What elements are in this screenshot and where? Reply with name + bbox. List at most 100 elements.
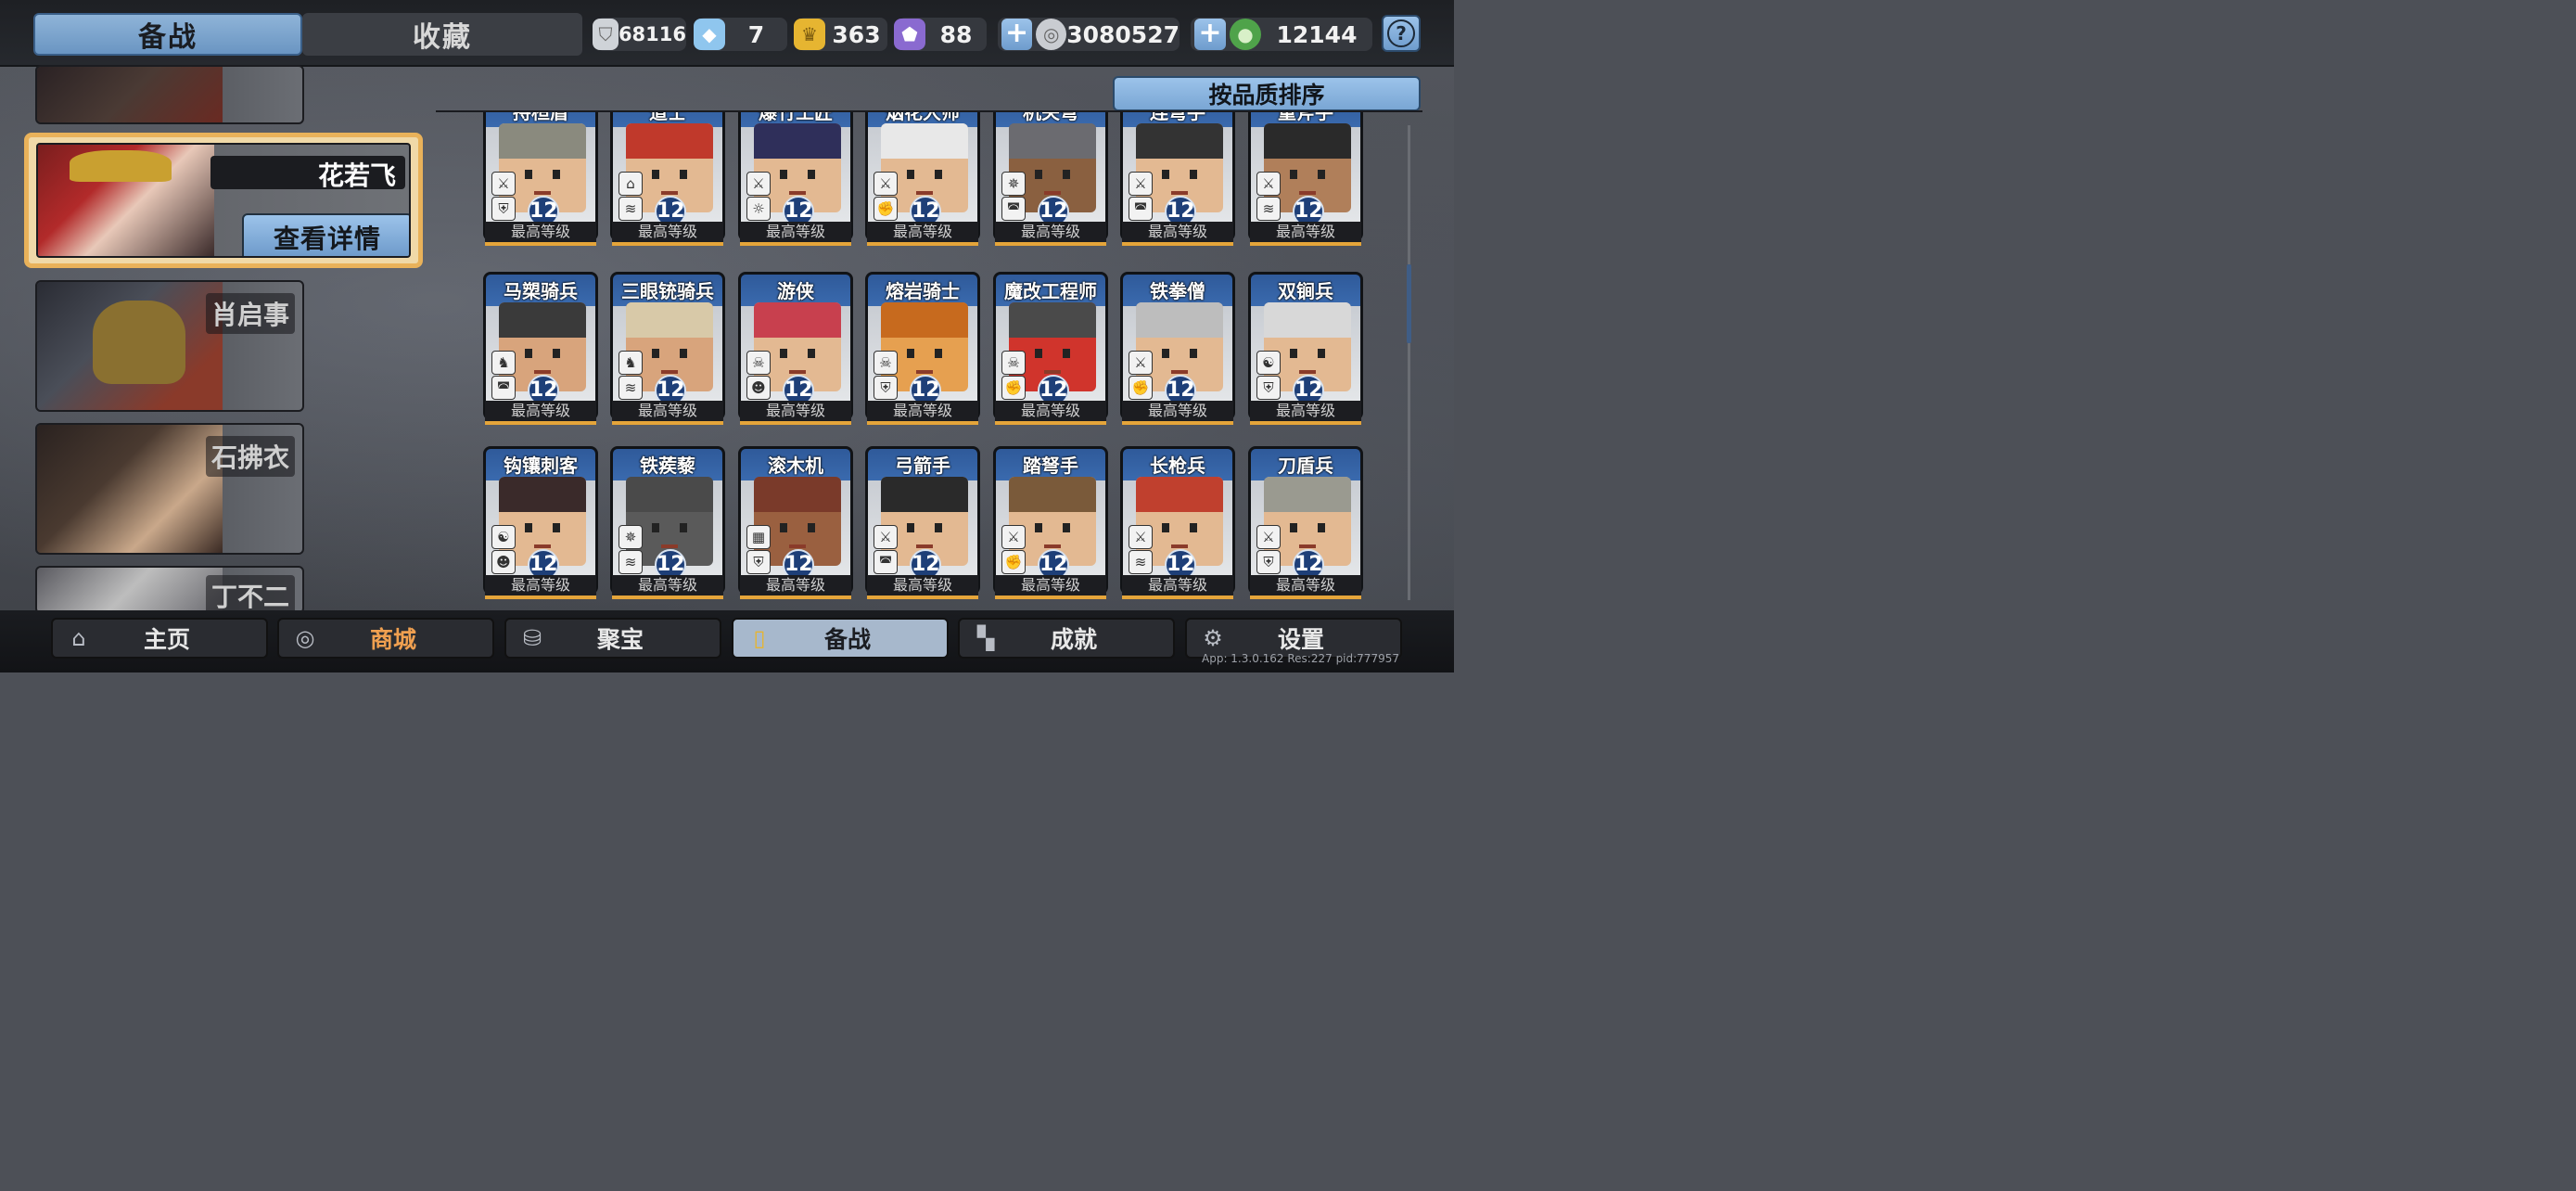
hero-card-selected[interactable]: 花若飞 查看详情 [24,133,423,268]
unit-name: 踏弩手 [1023,455,1078,477]
unit-card[interactable]: 钩镶刺客 ☯ ☻ 12 最高等级 [483,446,598,602]
unit-hair [1136,302,1223,339]
unit-card[interactable]: 滚木机 ▦ ⛨ 12 最高等级 [738,446,853,602]
unit-card[interactable]: 熔岩骑士 ☠ ⛨ 12 最高等级 [865,272,980,428]
max-level-label: 最高等级 [612,222,723,246]
unit-card-body: 马槊骑兵 ♞ ◚ 12 [483,272,598,420]
wall-icon: ▦ [746,525,771,549]
treasure-icon: ⛁ [522,625,542,651]
unit-eye [1290,522,1297,532]
shield-icon: ⛨ [491,197,516,221]
max-level-label: 最高等级 [740,401,851,425]
unit-card[interactable]: 持桓盾 ⚔ ⛨ 12 最高等级 [483,112,598,249]
unit-card[interactable]: 三眼铳骑兵 ♞ ≋ 12 最高等级 [610,272,725,428]
add-jade-button[interactable]: + [1194,19,1226,50]
unit-card[interactable]: 马槊骑兵 ♞ ◚ 12 最高等级 [483,272,598,428]
unit-card[interactable]: 重斧手 ⚔ ≋ 12 最高等级 [1248,112,1363,249]
unit-card-body: 滚木机 ▦ ⛨ 12 [738,446,853,595]
unit-card[interactable]: 游侠 ☠ ☻ 12 最高等级 [738,272,853,428]
scrollbar-track[interactable] [1408,125,1410,600]
unit-name: 铁蒺藜 [640,455,695,477]
fist-icon: ✊ [874,197,898,221]
unit-card[interactable]: 魔改工程师 ☠ ✊ 12 最高等级 [993,272,1108,428]
sun-icon: ☼ [746,197,771,221]
unit-card[interactable]: 铁蒺藜 ✵ ≋ 12 最高等级 [610,446,725,602]
unit-eye [1162,522,1169,532]
hero-card[interactable]: 石拂衣 [35,423,304,555]
unit-mouth [1044,544,1061,548]
max-level-label: 最高等级 [867,401,978,425]
fist-icon: ✊ [1129,376,1153,400]
unit-mouth [789,544,806,548]
help-button[interactable]: ? [1382,15,1421,52]
hero-portrait [37,282,223,410]
unit-card[interactable]: 双锏兵 ☯ ⛨ 12 最高等级 [1248,272,1363,428]
nav-home-button[interactable]: ⌂ 主页 [51,618,268,659]
nav-label: 商城 [369,626,416,653]
unit-eye [553,348,560,358]
unit-card[interactable]: 爆竹工匠 ⚔ ☼ 12 最高等级 [738,112,853,249]
sword-icon: ⚔ [1256,525,1281,549]
unit-card[interactable]: 踏弩手 ⚔ ✊ 12 最高等级 [993,446,1108,602]
resource-purple-crystal: ⬟ 88 [894,18,987,51]
max-level-label: 最高等级 [867,222,978,246]
tab-prepare[interactable]: 备战 [33,13,302,56]
unit-hair [626,477,713,513]
unit-card[interactable]: 长枪兵 ⚔ ≋ 12 最高等级 [1120,446,1235,602]
add-silver-button[interactable]: + [1001,19,1033,50]
nav-coins-button[interactable]: ◎ 商城 [277,618,494,659]
nav-label: 设置 [1277,626,1324,653]
unit-card[interactable]: 弓箭手 ⚔ ◚ 12 最高等级 [865,446,980,602]
unit-card[interactable]: 烟花大师 ⚔ ✊ 12 最高等级 [865,112,980,249]
nav-treasure-button[interactable]: ⛁ 聚宝 [504,618,721,659]
unit-eye [935,522,942,532]
max-level-label: 最高等级 [740,575,851,599]
unit-eye [525,348,532,358]
unit-eye [780,348,787,358]
unit-hair [1136,477,1223,513]
skull-icon: ☠ [746,351,771,375]
unit-hair [626,123,713,160]
unit-card[interactable]: 机关弩 ✵ ◚ 12 最高等级 [993,112,1108,249]
sword-icon: ⚔ [1129,172,1153,196]
hero-card-top[interactable] [35,65,304,124]
unit-hair [499,302,586,339]
hero-portrait [38,145,214,256]
unit-card-body: 铁拳僧 ⚔ ✊ 12 [1120,272,1235,420]
max-level-label: 最高等级 [1250,222,1361,246]
unit-eye [1290,348,1297,358]
hero-card[interactable]: 丁不二 [35,566,304,614]
unit-eye [525,522,532,532]
unit-card[interactable]: 铁拳僧 ⚔ ✊ 12 最高等级 [1120,272,1235,428]
max-level-label: 最高等级 [1250,575,1361,599]
jade-coin-icon: ● [1230,19,1261,50]
hero-card[interactable]: 肖启事 [35,280,304,412]
scrollbar-thumb[interactable] [1407,264,1411,343]
wind-icon: ≋ [1129,550,1153,574]
nav-achievement-button[interactable]: ▚ 成就 [958,618,1175,659]
unit-card-body: 铁蒺藜 ✵ ≋ 12 [610,446,725,595]
person-icon: ☻ [491,550,516,574]
sort-by-quality-button[interactable]: 按品质排序 [1113,76,1421,111]
unit-mouth [661,190,678,195]
tab-collection[interactable]: 收藏 [302,13,582,56]
unit-hair [1009,302,1096,339]
blue-crystal-icon: ◆ [694,19,725,50]
unit-eye [808,522,815,532]
helmet-shape [93,301,185,384]
unit-mouth [1299,369,1316,374]
unit-card[interactable]: 刀盾兵 ⚔ ⛨ 12 最高等级 [1248,446,1363,602]
fist-icon: ✊ [1001,550,1026,574]
max-level-label: 最高等级 [612,575,723,599]
view-details-button[interactable]: 查看详情 [242,213,409,256]
unit-mouth [789,369,806,374]
max-level-label: 最高等级 [740,222,851,246]
yinyang-icon: ☯ [1256,351,1281,375]
unit-name: 钩镶刺客 [504,455,578,477]
unit-card-body: 踏弩手 ⚔ ✊ 12 [993,446,1108,595]
unit-card[interactable]: 连弩手 ⚔ ◚ 12 最高等级 [1120,112,1235,249]
unit-card[interactable]: 道士 ⌂ ≋ 12 最高等级 [610,112,725,249]
max-level-label: 最高等级 [485,222,596,246]
nav-cards-button[interactable]: ▯ 备战 [732,618,949,659]
unit-mouth [534,190,551,195]
